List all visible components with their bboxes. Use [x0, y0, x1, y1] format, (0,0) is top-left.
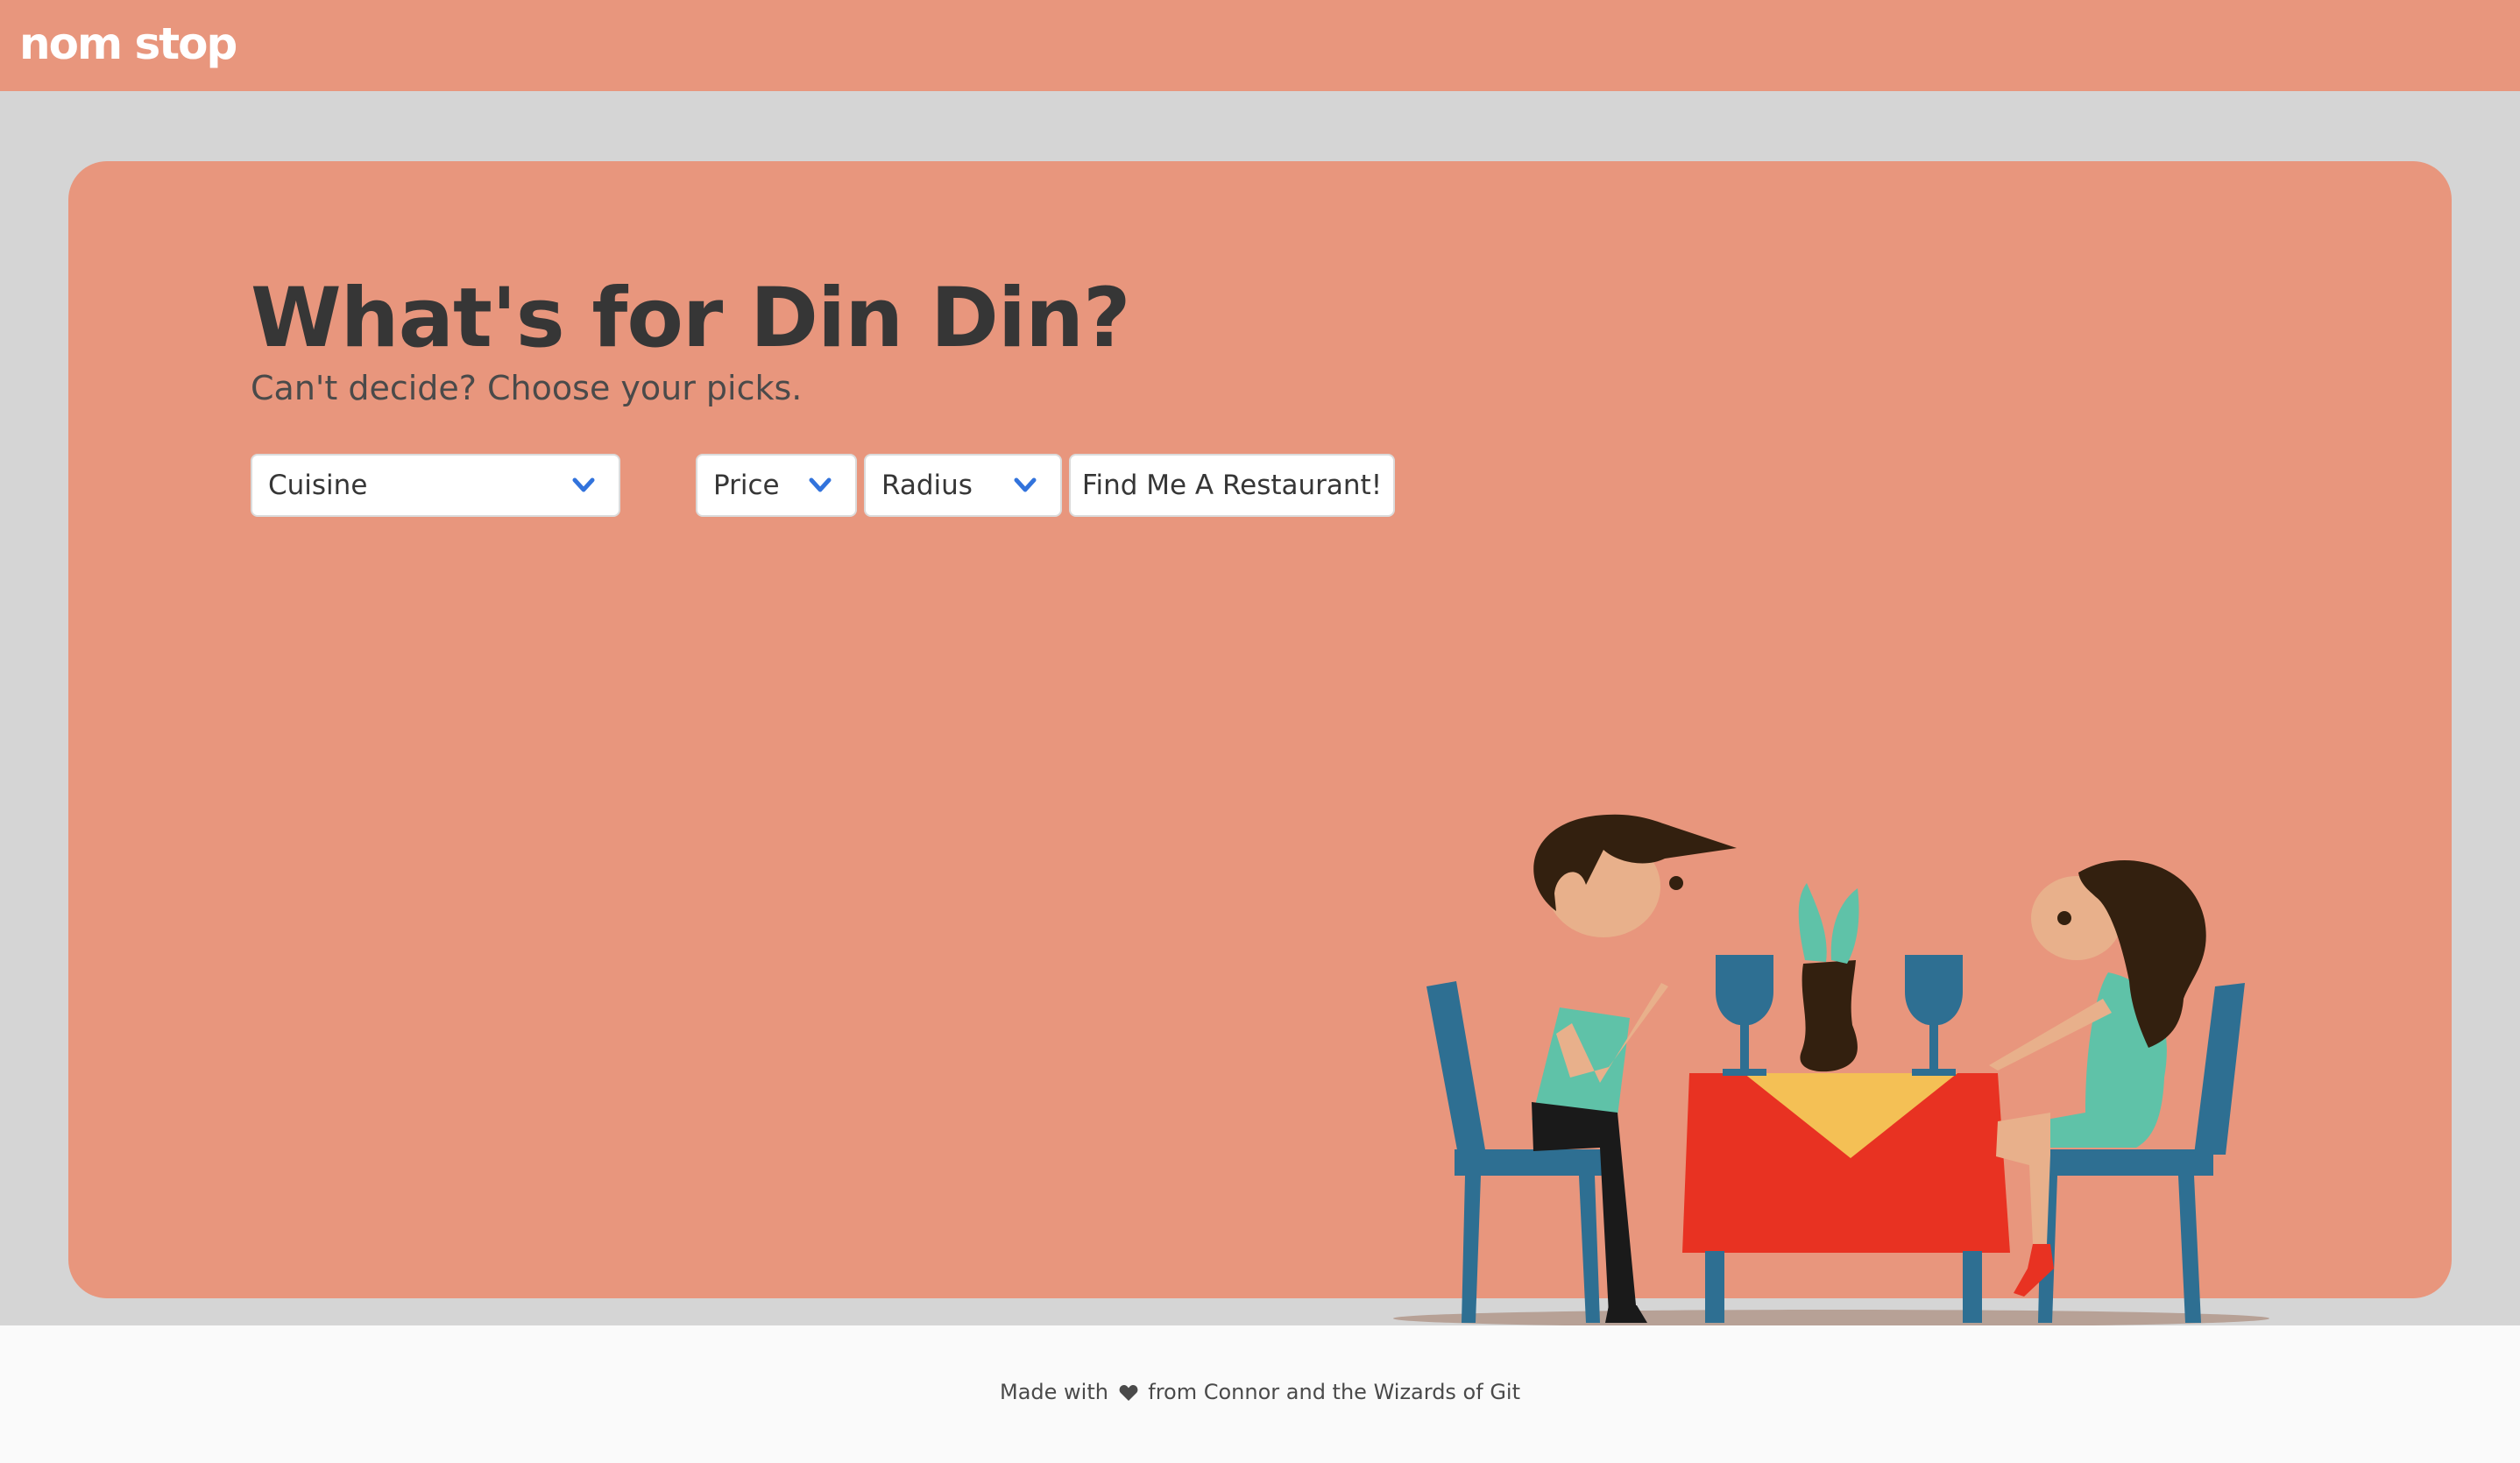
page-title: What's for Din Din?	[251, 271, 1131, 366]
nom-stop-logo[interactable]: nom stop	[19, 19, 237, 68]
dinner-table	[1682, 883, 2010, 1323]
footer: Made with from Connor and the Wizards of…	[0, 1325, 2520, 1463]
cuisine-select-label: Cuisine	[268, 470, 368, 501]
cuisine-select[interactable]: Cuisine	[251, 454, 620, 517]
find-restaurant-button[interactable]: Find Me A Restaurant!	[1069, 454, 1395, 517]
page-subtitle: Can't decide? Choose your picks.	[251, 369, 803, 407]
chevron-down-icon	[1014, 477, 1037, 492]
radius-select[interactable]: Radius	[864, 454, 1062, 517]
radius-select-label: Radius	[881, 470, 973, 501]
chevron-down-icon	[809, 477, 832, 492]
price-select-label: Price	[713, 470, 780, 501]
navbar: nom stop	[0, 0, 2520, 91]
price-select[interactable]: Price	[696, 454, 857, 517]
dinner-couple-illustration	[1393, 814, 2269, 1327]
footer-text-after: from Connor and the Wizards of Git	[1148, 1380, 1520, 1404]
chevron-down-icon	[572, 477, 595, 492]
heart-icon	[1119, 1385, 1138, 1401]
footer-credit: Made with from Connor and the Wizards of…	[0, 1375, 2520, 1410]
footer-text-before: Made with	[1000, 1380, 1108, 1404]
woman-figure	[1989, 859, 2206, 1297]
